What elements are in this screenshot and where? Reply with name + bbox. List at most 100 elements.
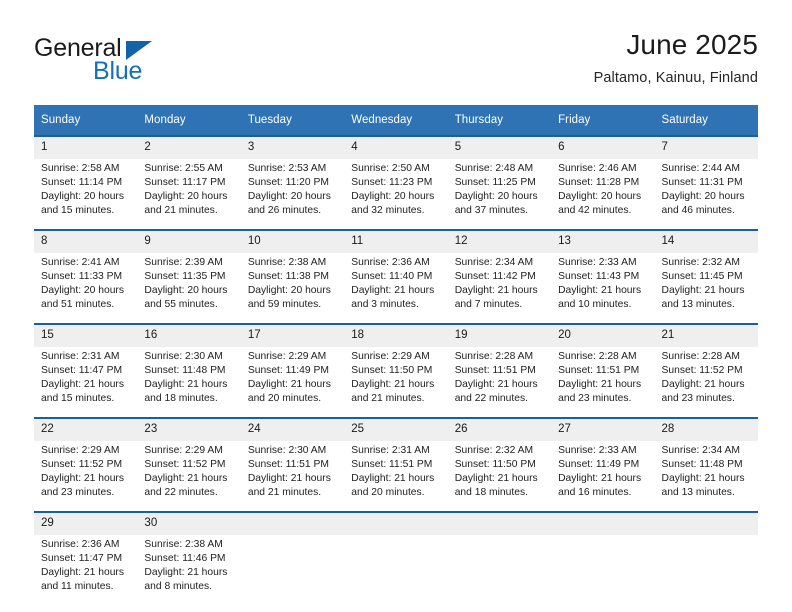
day-detail-cell: Sunrise: 2:50 AM Sunset: 11:23 PM Daylight…	[344, 159, 448, 230]
empty-day-detail-cell	[240, 535, 345, 605]
day-daylight2-line: and 16 minutes.	[558, 487, 632, 499]
week-detail-row: Sunrise: 2:36 AM Sunset: 11:47 PM Daylight…	[34, 535, 758, 605]
day-daylight1-line: Daylight: 21 hours	[41, 473, 124, 485]
day-detail-cell: Sunrise: 2:55 AM Sunset: 11:17 PM Daylight…	[137, 159, 241, 230]
day-sunset-line: Sunset: 11:51 PM	[454, 365, 536, 377]
sunrise-sunset-calendar-table: Sunday Monday Tuesday Wednesday Thursday…	[34, 105, 758, 605]
day-number-cell[interactable]: 15	[34, 323, 138, 347]
page-title: June 2025	[626, 29, 758, 60]
day-daylight1-line: Daylight: 21 hours	[247, 473, 331, 485]
day-number-cell[interactable]: 28	[654, 417, 758, 441]
day-daylight2-line: and 21 minutes.	[247, 487, 322, 499]
day-number-cell[interactable]: 23	[137, 417, 241, 441]
week-detail-row: Sunrise: 2:58 AM Sunset: 11:14 PM Daylight…	[34, 159, 758, 230]
weekday-header-monday: Monday	[137, 105, 241, 136]
day-number-cell[interactable]: 10	[240, 229, 345, 253]
day-detail-cell: Sunrise: 2:34 AM Sunset: 11:48 PM Daylight…	[654, 441, 758, 512]
day-daylight1-line: Daylight: 20 hours	[41, 191, 124, 203]
day-sunset-line: Sunset: 11:43 PM	[558, 271, 640, 283]
empty-day-number-cell	[240, 511, 345, 535]
day-number-cell[interactable]: 21	[654, 323, 758, 347]
day-number-cell[interactable]: 24	[240, 417, 345, 441]
day-number-cell[interactable]: 22	[34, 417, 138, 441]
day-sunrise-line: Sunrise: 2:30 AM	[247, 445, 327, 456]
week-daynumber-row: 1234567	[34, 135, 758, 159]
day-daylight1-line: Daylight: 20 hours	[454, 191, 538, 203]
day-detail-cell: Sunrise: 2:38 AM Sunset: 11:38 PM Daylight…	[240, 253, 345, 324]
day-sunrise-line: Sunrise: 2:44 AM	[661, 163, 740, 174]
day-sunrise-line: Sunrise: 2:29 AM	[41, 445, 120, 456]
week-daynumber-row: 29 30	[34, 511, 758, 535]
day-sunset-line: Sunset: 11:45 PM	[661, 271, 743, 283]
day-detail-cell: Sunrise: 2:30 AM Sunset: 11:51 PM Daylight…	[240, 441, 345, 512]
day-number-cell[interactable]: 2	[137, 135, 241, 159]
day-number-cell[interactable]: 26	[447, 417, 552, 441]
day-sunrise-line: Sunrise: 2:34 AM	[454, 257, 534, 268]
day-daylight1-line: Daylight: 21 hours	[144, 473, 228, 485]
day-sunrise-line: Sunrise: 2:29 AM	[144, 445, 223, 456]
day-detail-cell: Sunrise: 2:33 AM Sunset: 11:43 PM Daylight…	[551, 253, 655, 324]
day-detail-cell: Sunrise: 2:33 AM Sunset: 11:49 PM Daylight…	[551, 441, 655, 512]
day-number-cell[interactable]: 12	[447, 229, 552, 253]
day-number-cell[interactable]: 18	[344, 323, 448, 347]
day-detail-cell: Sunrise: 2:34 AM Sunset: 11:42 PM Daylight…	[447, 253, 552, 324]
day-daylight1-line: Daylight: 21 hours	[661, 379, 745, 391]
day-daylight1-line: Daylight: 21 hours	[41, 379, 124, 391]
day-sunset-line: Sunset: 11:48 PM	[144, 365, 226, 377]
day-number-cell[interactable]: 14	[654, 229, 758, 253]
day-daylight1-line: Daylight: 20 hours	[351, 191, 435, 203]
day-daylight2-line: and 55 minutes.	[144, 299, 218, 311]
day-daylight2-line: and 13 minutes.	[661, 299, 735, 311]
day-detail-cell: Sunrise: 2:36 AM Sunset: 11:47 PM Daylight…	[34, 535, 138, 605]
day-sunset-line: Sunset: 11:38 PM	[247, 271, 329, 283]
day-number-cell[interactable]: 6	[551, 135, 655, 159]
weekday-header-tuesday: Tuesday	[240, 105, 345, 136]
day-number-cell[interactable]: 19	[447, 323, 552, 347]
day-daylight2-line: and 7 minutes.	[454, 299, 523, 311]
day-daylight2-line: and 59 minutes.	[247, 299, 322, 311]
day-number-cell[interactable]: 3	[240, 135, 345, 159]
day-detail-cell: Sunrise: 2:29 AM Sunset: 11:49 PM Daylight…	[240, 347, 345, 418]
day-number-cell[interactable]: 4	[344, 135, 448, 159]
day-daylight2-line: and 26 minutes.	[247, 205, 322, 217]
day-number-cell[interactable]: 13	[551, 229, 655, 253]
day-number-cell[interactable]: 9	[137, 229, 241, 253]
day-sunrise-line: Sunrise: 2:28 AM	[558, 351, 637, 362]
day-daylight2-line: and 3 minutes.	[351, 299, 419, 311]
day-daylight2-line: and 21 minutes.	[351, 393, 425, 405]
empty-day-detail-cell	[654, 535, 758, 605]
day-sunrise-line: Sunrise: 2:31 AM	[351, 445, 430, 456]
day-number-cell[interactable]: 17	[240, 323, 345, 347]
logo-word-blue: Blue	[93, 57, 143, 85]
day-number-cell[interactable]: 25	[344, 417, 448, 441]
day-sunrise-line: Sunrise: 2:38 AM	[144, 539, 223, 550]
day-sunset-line: Sunset: 11:49 PM	[247, 365, 329, 377]
day-sunset-line: Sunset: 11:51 PM	[351, 459, 433, 471]
day-number-cell[interactable]: 30	[137, 511, 241, 535]
day-number-cell[interactable]: 20	[551, 323, 655, 347]
day-number-cell[interactable]: 16	[137, 323, 241, 347]
calendar-header-row: Sunday Monday Tuesday Wednesday Thursday…	[34, 105, 758, 136]
day-number-cell[interactable]: 7	[654, 135, 758, 159]
day-number-cell[interactable]: 5	[447, 135, 552, 159]
day-daylight2-line: and 46 minutes.	[661, 205, 735, 217]
day-number-cell[interactable]: 11	[344, 229, 448, 253]
day-number-cell[interactable]: 8	[34, 229, 138, 253]
day-detail-cell: Sunrise: 2:30 AM Sunset: 11:48 PM Daylight…	[137, 347, 241, 418]
empty-day-number-cell	[654, 511, 758, 535]
day-daylight2-line: and 8 minutes.	[144, 581, 212, 593]
day-daylight2-line: and 20 minutes.	[247, 393, 322, 405]
title-block: June 2025 Paltamo, Kainuu, Finland	[594, 28, 758, 88]
day-number-cell[interactable]: 27	[551, 417, 655, 441]
day-daylight2-line: and 42 minutes.	[558, 205, 632, 217]
day-sunrise-line: Sunrise: 2:39 AM	[144, 257, 223, 268]
day-number-cell[interactable]: 29	[34, 511, 138, 535]
day-detail-cell: Sunrise: 2:32 AM Sunset: 11:50 PM Daylight…	[447, 441, 552, 512]
day-sunset-line: Sunset: 11:52 PM	[41, 459, 123, 471]
day-detail-cell: Sunrise: 2:28 AM Sunset: 11:51 PM Daylight…	[551, 347, 655, 418]
day-sunrise-line: Sunrise: 2:53 AM	[247, 163, 327, 174]
day-daylight2-line: and 23 minutes.	[661, 393, 735, 405]
day-number-cell[interactable]: 1	[34, 135, 138, 159]
day-detail-cell: Sunrise: 2:28 AM Sunset: 11:52 PM Daylight…	[654, 347, 758, 418]
page-header: General Blue June 2025 Paltamo, Kainuu, …	[34, 28, 758, 100]
